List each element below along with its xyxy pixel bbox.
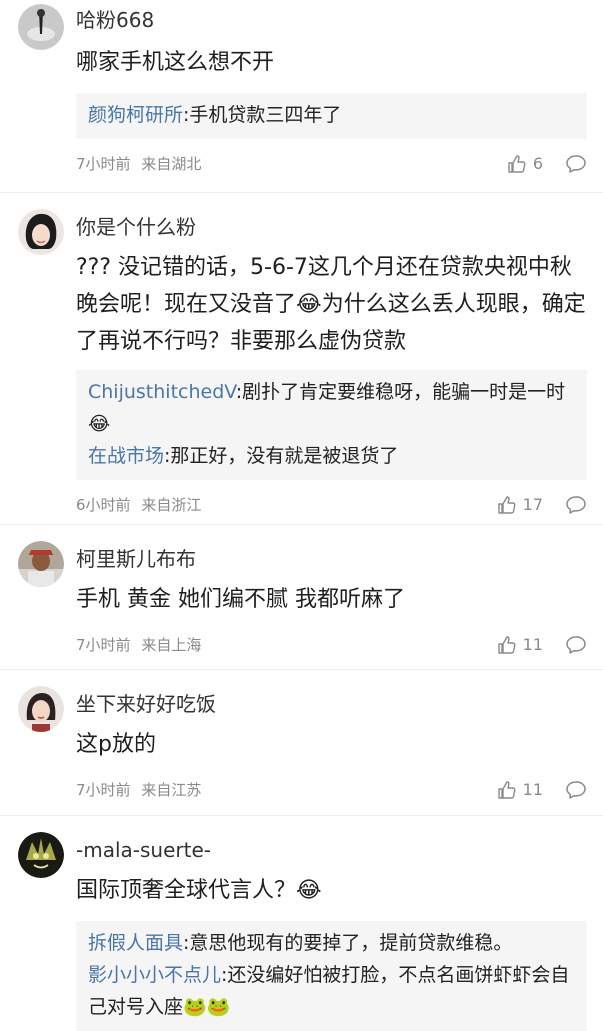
comment-body: 坐下来好好吃饭 这p放的 7小时前 来自江苏 11 [76, 670, 587, 805]
timestamp: 7小时前 [76, 155, 131, 173]
comment-body: 柯里斯儿布布 手机 黄金 她们编不腻 我都听麻了 7小时前 来自上海 11 [76, 525, 587, 660]
comment-text: 国际顶奢全球代言人？😂 [76, 878, 322, 903]
reply-button[interactable] [565, 495, 587, 515]
comment-actions: 17 [497, 490, 587, 520]
reply-item: 影小小小不点儿:还没编好怕被打脸，不点名画饼虾虾会自己对号入座🐸🐸 [88, 959, 575, 1023]
comment-body: -mala-suerte- 国际顶奢全球代言人？😂 拆假人面具:意思他现有的要掉… [76, 816, 587, 1031]
meta-info: 6小时前 来自浙江 [76, 496, 201, 514]
comment-bubble-icon [566, 781, 586, 799]
comment-bubble-icon [566, 155, 586, 173]
comment-text: 这p放的 [76, 732, 156, 757]
reply-item: 拆假人面具:意思他现有的要掉了，提前贷款维稳。 [88, 927, 575, 959]
user-avatar[interactable] [18, 209, 64, 255]
thumbs-up-icon [497, 781, 516, 799]
username[interactable]: 坐下来好好吃饭 [76, 690, 587, 718]
meta-info: 7小时前 来自上海 [76, 636, 201, 654]
reply-item: 颜狗柯研所:手机贷款三四年了 [88, 99, 575, 131]
comment-text: 手机 黄金 她们编不腻 我都听麻了 [76, 587, 405, 612]
like-count: 11 [522, 635, 543, 654]
comment-bubble-icon [566, 636, 586, 654]
comment-item: -mala-suerte- 国际顶奢全球代言人？😂 拆假人面具:意思他现有的要掉… [0, 816, 603, 1031]
like-button[interactable]: 11 [497, 775, 543, 805]
like-button[interactable]: 17 [497, 490, 543, 520]
comment-body: 哈粉668 哪家手机这么想不开 颜狗柯研所:手机贷款三四年了 7小时前 来自湖北… [76, 0, 587, 179]
comment-actions: 11 [497, 775, 587, 805]
reply-text: :那正好，没有就是被退货了 [164, 445, 399, 467]
like-button[interactable]: 11 [497, 630, 543, 660]
comment-actions: 6 [507, 149, 587, 179]
location: 来自江苏 [141, 781, 202, 799]
reply-button[interactable] [565, 154, 587, 174]
reply-box[interactable]: 颜狗柯研所:手机贷款三四年了 [76, 93, 587, 139]
comment-meta: 7小时前 来自上海 11 [76, 630, 587, 660]
comment-meta: 7小时前 来自湖北 6 [76, 149, 587, 179]
comment-meta: 6小时前 来自浙江 17 [76, 490, 587, 520]
location: 来自上海 [141, 636, 202, 654]
reply-button[interactable] [565, 780, 587, 800]
reply-item: 在战市场:那正好，没有就是被退货了 [88, 440, 575, 472]
comment-actions: 11 [497, 630, 587, 660]
comment-item: 你是个什么粉 ??? 没记错的话，5-6-7这几个月还在贷款央视中秋晚会呢！现在… [0, 193, 603, 525]
user-avatar[interactable] [18, 541, 64, 587]
reply-author[interactable]: 颜狗柯研所 [88, 104, 183, 126]
like-count: 11 [522, 780, 543, 799]
comment-text: ??? 没记错的话，5-6-7这几个月还在贷款央视中秋晚会呢！现在又没音了😂为什… [76, 255, 586, 354]
reply-box[interactable]: 拆假人面具:意思他现有的要掉了，提前贷款维稳。 影小小小不点儿:还没编好怕被打脸… [76, 921, 587, 1031]
comment-body: 你是个什么粉 ??? 没记错的话，5-6-7这几个月还在贷款央视中秋晚会呢！现在… [76, 193, 587, 520]
thumbs-up-icon [497, 496, 516, 514]
timestamp: 6小时前 [76, 496, 131, 514]
reply-author[interactable]: 拆假人面具 [88, 932, 183, 954]
comment-item: 哈粉668 哪家手机这么想不开 颜狗柯研所:手机贷款三四年了 7小时前 来自湖北… [0, 0, 603, 193]
timestamp: 7小时前 [76, 636, 131, 654]
username[interactable]: -mala-suerte- [76, 836, 587, 864]
comment-item: 柯里斯儿布布 手机 黄金 她们编不腻 我都听麻了 7小时前 来自上海 11 [0, 525, 603, 670]
comment-text: 哪家手机这么想不开 [76, 50, 275, 75]
location: 来自湖北 [141, 155, 202, 173]
reply-author[interactable]: 影小小小不点儿 [88, 964, 221, 986]
avatar-image [18, 209, 64, 255]
user-avatar[interactable] [18, 4, 64, 50]
avatar-image [18, 4, 64, 50]
user-avatar[interactable] [18, 686, 64, 732]
reply-button[interactable] [565, 635, 587, 655]
avatar-image [18, 686, 64, 732]
username[interactable]: 哈粉668 [76, 6, 587, 34]
username[interactable]: 柯里斯儿布布 [76, 545, 587, 573]
reply-author[interactable]: ChijusthitchedV [88, 381, 236, 403]
timestamp: 7小时前 [76, 781, 131, 799]
username[interactable]: 你是个什么粉 [76, 213, 587, 241]
thumbs-up-icon [508, 155, 526, 173]
like-count: 6 [532, 154, 543, 173]
like-count: 17 [522, 495, 543, 514]
location: 来自浙江 [141, 496, 202, 514]
comment-meta: 7小时前 来自江苏 11 [76, 775, 587, 805]
reply-box[interactable]: ChijusthitchedV:剧扑了肯定要维稳呀，能骗一时是一时😂 在战市场:… [76, 370, 587, 480]
comment-bubble-icon [566, 496, 586, 514]
avatar-image [18, 541, 64, 587]
meta-info: 7小时前 来自湖北 [76, 155, 201, 173]
reply-text: :手机贷款三四年了 [183, 104, 342, 126]
avatar-image [18, 832, 64, 878]
reply-text: :意思他现有的要掉了，提前贷款维稳。 [183, 932, 513, 954]
user-avatar[interactable] [18, 832, 64, 878]
thumbs-up-icon [497, 636, 516, 654]
reply-item: ChijusthitchedV:剧扑了肯定要维稳呀，能骗一时是一时😂 [88, 376, 575, 440]
reply-author[interactable]: 在战市场 [88, 445, 164, 467]
like-button[interactable]: 6 [507, 149, 543, 179]
meta-info: 7小时前 来自江苏 [76, 781, 201, 799]
comment-item: 坐下来好好吃饭 这p放的 7小时前 来自江苏 11 [0, 670, 603, 816]
